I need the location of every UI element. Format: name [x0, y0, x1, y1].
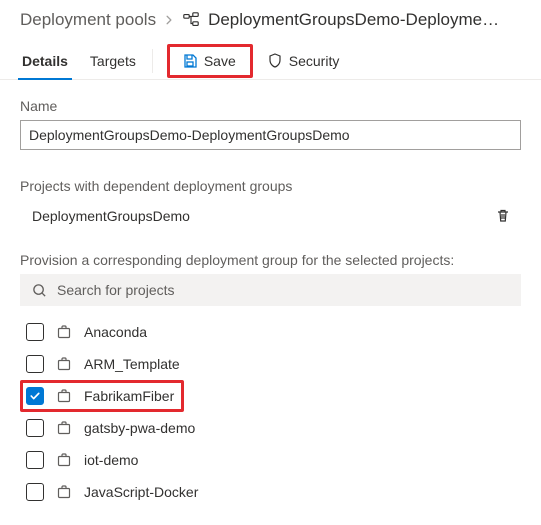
security-button[interactable]: Security	[259, 49, 348, 73]
provision-label: Provision a corresponding deployment gro…	[20, 252, 521, 268]
project-row[interactable]: iot-demo	[20, 444, 521, 476]
tab-targets[interactable]: Targets	[88, 42, 138, 79]
breadcrumb-root[interactable]: Deployment pools	[20, 10, 156, 30]
checkbox[interactable]	[26, 483, 44, 501]
project-icon	[56, 324, 72, 340]
project-icon	[56, 484, 72, 500]
shield-icon	[267, 53, 283, 69]
project-name: ARM_Template	[84, 356, 180, 372]
save-icon	[182, 53, 198, 69]
toolbar: Details Targets Save Security	[0, 36, 541, 80]
search-input[interactable]	[57, 282, 509, 298]
checkbox[interactable]	[26, 387, 44, 405]
project-icon	[56, 452, 72, 468]
checkbox[interactable]	[26, 355, 44, 373]
tab-details[interactable]: Details	[20, 42, 70, 79]
project-row[interactable]: FabrikamFiber	[20, 380, 184, 412]
security-label: Security	[289, 53, 340, 69]
project-row[interactable]: gatsby-pwa-demo	[20, 412, 521, 444]
project-icon	[56, 388, 72, 404]
checkbox[interactable]	[26, 323, 44, 341]
project-row[interactable]: Anaconda	[20, 316, 521, 348]
project-icon	[56, 356, 72, 372]
breadcrumb: Deployment pools DeploymentGroupsDemo-De…	[0, 0, 541, 36]
delete-icon[interactable]	[495, 208, 511, 224]
project-name: Anaconda	[84, 324, 147, 340]
search-box[interactable]	[20, 274, 521, 306]
chevron-right-icon	[164, 15, 174, 25]
project-row[interactable]: ARM_Template	[20, 348, 521, 380]
highlight-save: Save	[167, 44, 253, 78]
project-row[interactable]: JavaScript-Docker	[20, 476, 521, 508]
project-name: FabrikamFiber	[84, 388, 174, 404]
separator	[152, 49, 153, 73]
project-icon	[56, 420, 72, 436]
name-input[interactable]	[20, 120, 521, 150]
breadcrumb-current: DeploymentGroupsDemo-Deployment...	[208, 10, 508, 30]
save-label: Save	[204, 53, 236, 69]
project-name: iot-demo	[84, 452, 138, 468]
project-name: gatsby-pwa-demo	[84, 420, 195, 436]
search-icon	[32, 283, 47, 298]
deployment-group-icon	[182, 11, 200, 29]
dependent-project-name: DeploymentGroupsDemo	[32, 208, 190, 224]
project-list: Anaconda ARM_Template FabrikamFiber gatsby-…	[20, 316, 521, 508]
content: Name Projects with dependent deployment …	[0, 80, 541, 508]
project-name: JavaScript-Docker	[84, 484, 198, 500]
checkbox[interactable]	[26, 419, 44, 437]
save-button[interactable]: Save	[174, 49, 244, 73]
tabs: Details Targets	[20, 42, 138, 79]
dependent-label: Projects with dependent deployment group…	[20, 178, 521, 194]
dependent-row: DeploymentGroupsDemo	[20, 202, 521, 230]
checkbox[interactable]	[26, 451, 44, 469]
name-label: Name	[20, 98, 521, 114]
